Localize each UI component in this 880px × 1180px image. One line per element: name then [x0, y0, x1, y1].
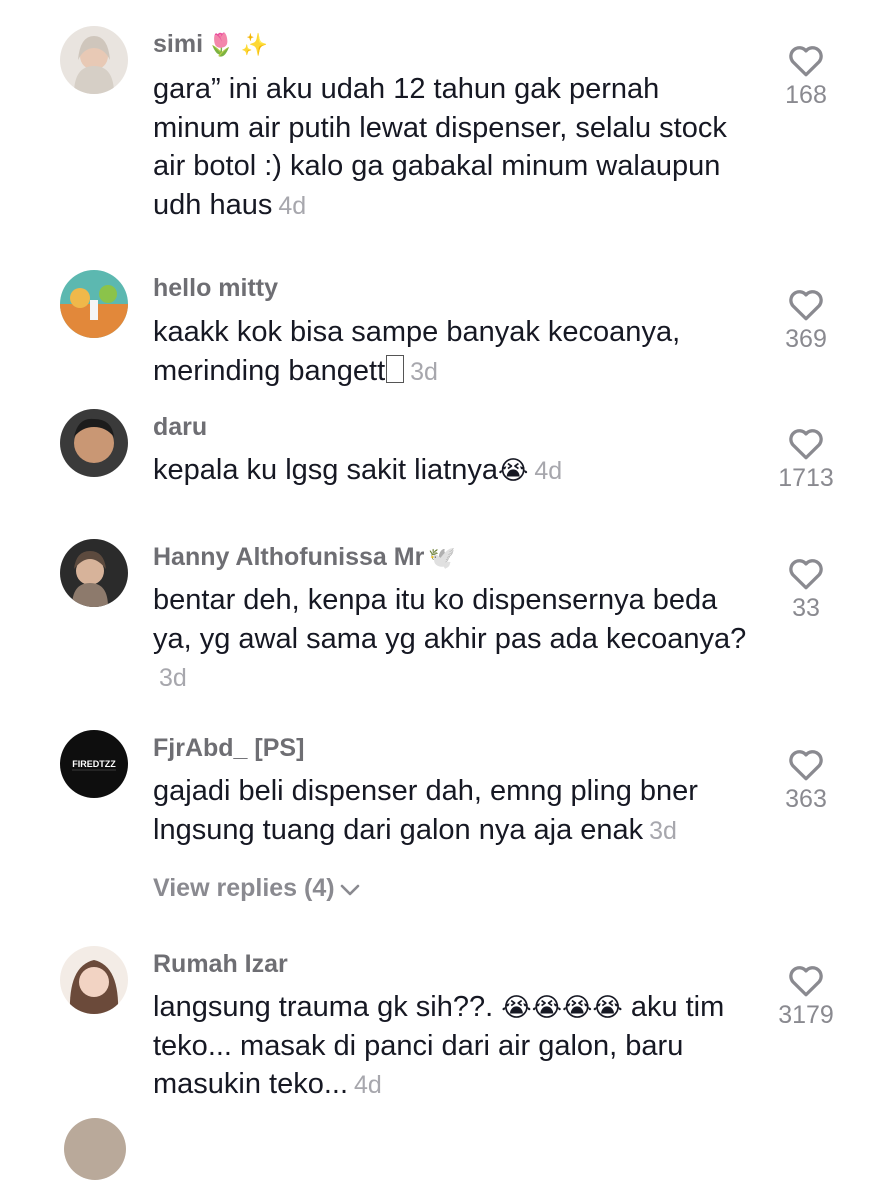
heart-outline-icon — [789, 750, 823, 781]
heart-outline-icon — [789, 429, 823, 460]
heart-outline-icon — [789, 966, 823, 997]
comment-username[interactable]: daru — [153, 411, 207, 443]
heart-outline-icon — [789, 290, 823, 321]
heart-outline-icon — [789, 559, 823, 590]
like-button[interactable]: 3179 — [770, 964, 842, 1030]
comment-time: 3d — [410, 357, 438, 386]
like-button[interactable]: 1713 — [770, 427, 842, 493]
like-count: 369 — [785, 325, 827, 353]
like-count: 33 — [792, 594, 820, 622]
comment-username[interactable]: FjrAbd_ [PS] — [153, 732, 304, 764]
comment-time: 3d — [649, 816, 677, 845]
comment-text: kaakk kok bisa sampe banyak kecoanya, me… — [153, 316, 681, 387]
like-button[interactable]: 168 — [770, 44, 842, 110]
avatar[interactable] — [60, 270, 128, 338]
chevron-down-icon — [339, 875, 361, 904]
comment-username[interactable]: Rumah Izar — [153, 948, 288, 980]
like-count: 1713 — [778, 464, 834, 492]
crying-emoji: 😭😭😭😭 — [501, 992, 623, 1022]
comment-username[interactable]: hello mitty — [153, 272, 278, 304]
avatar[interactable] — [60, 26, 128, 94]
comment-text: gajadi beli dispenser dah, emng pling bn… — [153, 775, 698, 846]
comment-text: gara” ini aku udah 12 tahun gak pernah m… — [153, 73, 727, 221]
avatar[interactable] — [60, 539, 128, 607]
like-button[interactable]: 363 — [770, 748, 842, 814]
crying-emoji: 😭 — [497, 455, 529, 485]
heart-outline-icon — [789, 46, 823, 77]
like-count: 168 — [785, 81, 827, 109]
comment-text: bentar deh, kenpa itu ko dispensernya be… — [153, 584, 747, 692]
avatar[interactable] — [60, 946, 128, 1014]
comment-time: 3d — [159, 664, 187, 692]
comment-text: kepala ku lgsg sakit liatnya😭 4d — [153, 454, 563, 486]
emoji-badge: 🌷 ✨ — [207, 32, 268, 57]
like-button[interactable]: 33 — [770, 557, 842, 623]
comment-time: 4d — [534, 457, 563, 485]
svg-text:FIREDTZZ: FIREDTZZ — [72, 759, 116, 769]
avatar[interactable]: FIREDTZZ — [60, 730, 128, 798]
comment-username[interactable]: Hanny Althofunissa Mr 🕊️ — [153, 541, 456, 574]
missing-glyph-icon — [386, 354, 405, 383]
like-count: 363 — [785, 785, 827, 813]
comment-time: 4d — [278, 191, 307, 220]
avatar[interactable] — [64, 1118, 126, 1180]
comment-text: langsung trauma gk sih??. 😭😭😭😭 aku tim t… — [153, 991, 725, 1100]
dove-emoji: 🕊️ — [428, 545, 456, 570]
view-replies-button[interactable]: View replies (4) — [153, 874, 361, 904]
comment-time: 4d — [354, 1071, 382, 1099]
like-button[interactable]: 369 — [770, 288, 842, 354]
avatar[interactable] — [60, 409, 128, 477]
like-count: 3179 — [778, 1001, 834, 1029]
comment-username[interactable]: simi 🌷 ✨ — [153, 28, 268, 61]
